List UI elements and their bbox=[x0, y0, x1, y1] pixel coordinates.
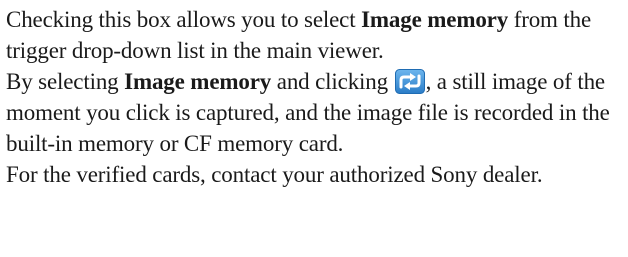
document-body: Checking this box allows you to select I… bbox=[6, 4, 622, 190]
text-fragment: For the verified cards, contact your aut… bbox=[6, 162, 543, 187]
paragraph-capture-instructions: By selecting Image memory and clicking ,… bbox=[6, 66, 622, 159]
text-fragment: Checking this box allows you to select bbox=[6, 7, 362, 32]
paragraph-image-memory-option: Checking this box allows you to select I… bbox=[6, 4, 622, 66]
image-memory-term: Image memory bbox=[361, 7, 509, 32]
paragraph-verified-cards: For the verified cards, contact your aut… bbox=[6, 159, 622, 190]
text-fragment: By selecting bbox=[6, 69, 125, 94]
image-memory-term: Image memory bbox=[124, 69, 272, 94]
text-fragment: and clicking bbox=[271, 69, 394, 94]
capture-arrow-icon bbox=[394, 69, 425, 94]
